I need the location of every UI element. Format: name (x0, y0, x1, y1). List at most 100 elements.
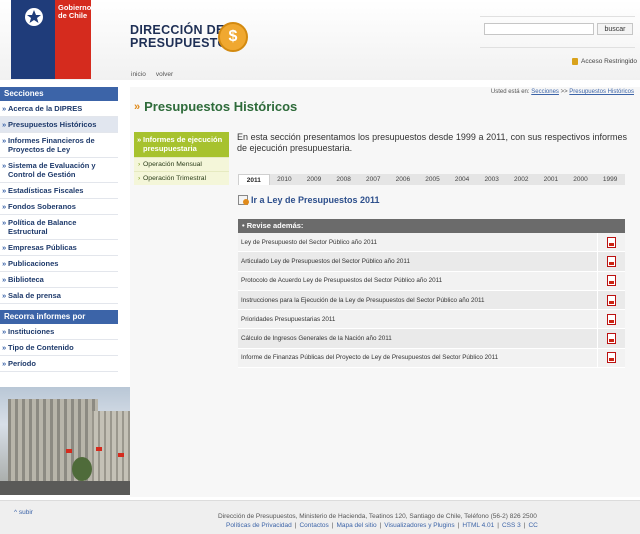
tab-year-2003[interactable]: 2003 (477, 174, 507, 185)
site-footer: ^ subir Dirección de Presupuestos, Minis… (0, 500, 640, 534)
document-link[interactable]: Instrucciones para la Ejecución de la Le… (238, 297, 597, 304)
search-button[interactable]: buscar (597, 23, 633, 35)
search-box: buscar (480, 16, 635, 48)
top-nav: inicio volver (131, 71, 173, 78)
sidebar-item-sala-de-prensa[interactable]: Sala de prensa (0, 288, 118, 304)
table-row: Instrucciones para la Ejecución de la Le… (238, 290, 625, 311)
tab-year-2001[interactable]: 2001 (536, 174, 566, 185)
volver-link[interactable]: volver (156, 71, 173, 78)
tab-year-2010[interactable]: 2010 (270, 174, 300, 185)
gobierno-de-chile-logo[interactable]: Gobierno de Chile (11, 0, 91, 79)
pdf-cell (597, 329, 625, 349)
recorra-item-tipo-contenido[interactable]: Tipo de Contenido (0, 340, 118, 356)
dipres-logo[interactable]: DIRECCIÓN DE PRESUPUESTOS $ (130, 22, 248, 52)
document-list: Ley de Presupuesto del Sector Público añ… (238, 232, 625, 369)
subir-label: subir (18, 509, 33, 516)
tab-year-2004[interactable]: 2004 (447, 174, 477, 185)
sidebar-item-informes-financieros[interactable]: Informes Financieros de Proyectos de Ley (0, 133, 118, 158)
lock-icon (572, 58, 578, 65)
sidebar-item-balance-estructural[interactable]: Política de Balance Estructural (0, 215, 118, 240)
sidebar-item-estadisticas-fiscales[interactable]: Estadísticas Fiscales (0, 183, 118, 199)
footer-separator: | (294, 522, 297, 529)
breadcrumb-separator: >> (560, 89, 568, 95)
tab-year-2005[interactable]: 2005 (418, 174, 448, 185)
intro-paragraph: En esta sección presentamos los presupue… (237, 132, 627, 153)
gobierno-text-line2: de Chile (58, 11, 88, 20)
footer-links: Políticas de Privacidad | Contactos | Mapa… (226, 522, 538, 529)
document-link[interactable]: Prioridades Presupuestarias 2011 (238, 316, 597, 323)
site-header: Gobierno de Chile DIRECCIÓN DE PRESUPUES… (0, 0, 640, 80)
footer-separator: | (379, 522, 382, 529)
sidebar-item-empresas-publicas[interactable]: Empresas Públicas (0, 240, 118, 256)
ley-presupuestos-label: Ir a Ley de Presupuestos 2011 (251, 195, 380, 205)
table-row: Informe de Finanzas Públicas del Proyect… (238, 348, 625, 369)
document-link[interactable]: Ley de Presupuesto del Sector Público añ… (238, 239, 597, 246)
footer-link-visualizadores[interactable]: Visualizadores y Plugins (384, 522, 454, 529)
footer-link-cc[interactable]: CC (528, 522, 537, 529)
pdf-icon[interactable] (607, 313, 616, 325)
document-link[interactable]: Articulado Ley de Presupuestos del Secto… (238, 258, 597, 265)
sidebar: Secciones Acerca de la DIPRES Presupuest… (0, 87, 118, 372)
breadcrumb-link-secciones[interactable]: Secciones (531, 89, 559, 95)
sidebar-item-fondos-soberanos[interactable]: Fondos Soberanos (0, 199, 118, 215)
building-photo (0, 387, 130, 495)
tab-year-2002[interactable]: 2002 (506, 174, 536, 185)
footer-link-privacidad[interactable]: Políticas de Privacidad (226, 522, 292, 529)
sidebar-item-acerca[interactable]: Acerca de la DIPRES (0, 101, 118, 117)
sidebar-item-presupuestos-historicos[interactable]: Presupuestos Históricos (0, 117, 118, 133)
sidebar-item-publicaciones[interactable]: Publicaciones (0, 256, 118, 272)
pdf-cell (597, 271, 625, 291)
tab-year-2000[interactable]: 2000 (566, 174, 596, 185)
recorra-heading: Recorra informes por (0, 310, 118, 324)
document-link[interactable]: Cálculo de Ingresos Generales de la Naci… (238, 335, 597, 342)
secciones-heading: Secciones (0, 87, 118, 101)
footer-link-html[interactable]: HTML 4.01 (462, 522, 494, 529)
tab-year-2008[interactable]: 2008 (329, 174, 359, 185)
ley-presupuestos-link[interactable]: Ir a Ley de Presupuestos 2011 (238, 195, 380, 205)
table-row: Articulado Ley de Presupuestos del Secto… (238, 251, 625, 272)
recorra-item-periodo[interactable]: Período (0, 356, 118, 372)
revise-heading-text: Revise además: (246, 221, 304, 230)
pdf-icon[interactable] (607, 352, 616, 364)
acceso-restringido-link[interactable]: Acceso Restringido (572, 58, 637, 65)
main-content: Usted está en: Secciones >> Presupuestos… (130, 87, 640, 497)
page-title-text: Presupuestos Históricos (144, 99, 298, 114)
table-row: Prioridades Presupuestarias 2011 (238, 309, 625, 330)
year-tabs: 2011 2010 2009 2008 2007 2006 2005 2004 … (238, 174, 625, 185)
submenu-item-operacion-trimestral[interactable]: Operación Trimestral (134, 171, 229, 185)
street (0, 481, 130, 495)
revise-ademas-table: • Revise además: Ley de Presupuesto del … (238, 219, 625, 369)
sidebar-item-biblioteca[interactable]: Biblioteca (0, 272, 118, 288)
footer-link-contactos[interactable]: Contactos (299, 522, 328, 529)
double-chevron-icon: » (134, 100, 141, 113)
tab-year-2009[interactable]: 2009 (299, 174, 329, 185)
inicio-link[interactable]: inicio (131, 71, 146, 78)
document-link[interactable]: Protocolo de Acuerdo Ley de Presupuestos… (238, 277, 597, 284)
breadcrumb-link-presupuestos[interactable]: Presupuestos Históricos (569, 89, 634, 95)
acceso-label: Acceso Restringido (581, 58, 637, 65)
pdf-icon[interactable] (607, 294, 616, 306)
submenu-item-operacion-mensual[interactable]: Operación Mensual (134, 157, 229, 171)
search-input[interactable] (484, 23, 594, 35)
tab-year-2007[interactable]: 2007 (358, 174, 388, 185)
footer-address: Dirección de Presupuestos, Ministerio de… (218, 513, 537, 520)
document-link[interactable]: Informe de Finanzas Públicas del Proyect… (238, 354, 597, 361)
chile-flag (66, 449, 72, 453)
sidebar-item-sistema-evaluacion[interactable]: Sistema de Evaluación y Control de Gesti… (0, 158, 118, 183)
tab-year-2011[interactable]: 2011 (238, 174, 270, 185)
pdf-cell (597, 290, 625, 310)
pdf-icon[interactable] (607, 255, 616, 267)
footer-link-mapa[interactable]: Mapa del sitio (336, 522, 376, 529)
pdf-icon[interactable] (607, 236, 616, 248)
submenu-heading[interactable]: Informes de ejecución presupuestaria (134, 132, 229, 157)
tab-year-2006[interactable]: 2006 (388, 174, 418, 185)
pdf-icon[interactable] (607, 275, 616, 287)
footer-separator: | (331, 522, 334, 529)
subir-link[interactable]: ^ subir (14, 509, 33, 516)
pdf-icon[interactable] (607, 333, 616, 345)
page-title: » Presupuestos Históricos (134, 99, 297, 114)
recorra-item-instituciones[interactable]: Instituciones (0, 324, 118, 340)
tab-year-1999[interactable]: 1999 (595, 174, 625, 185)
footer-link-css[interactable]: CSS 3 (502, 522, 521, 529)
footer-separator: | (523, 522, 526, 529)
